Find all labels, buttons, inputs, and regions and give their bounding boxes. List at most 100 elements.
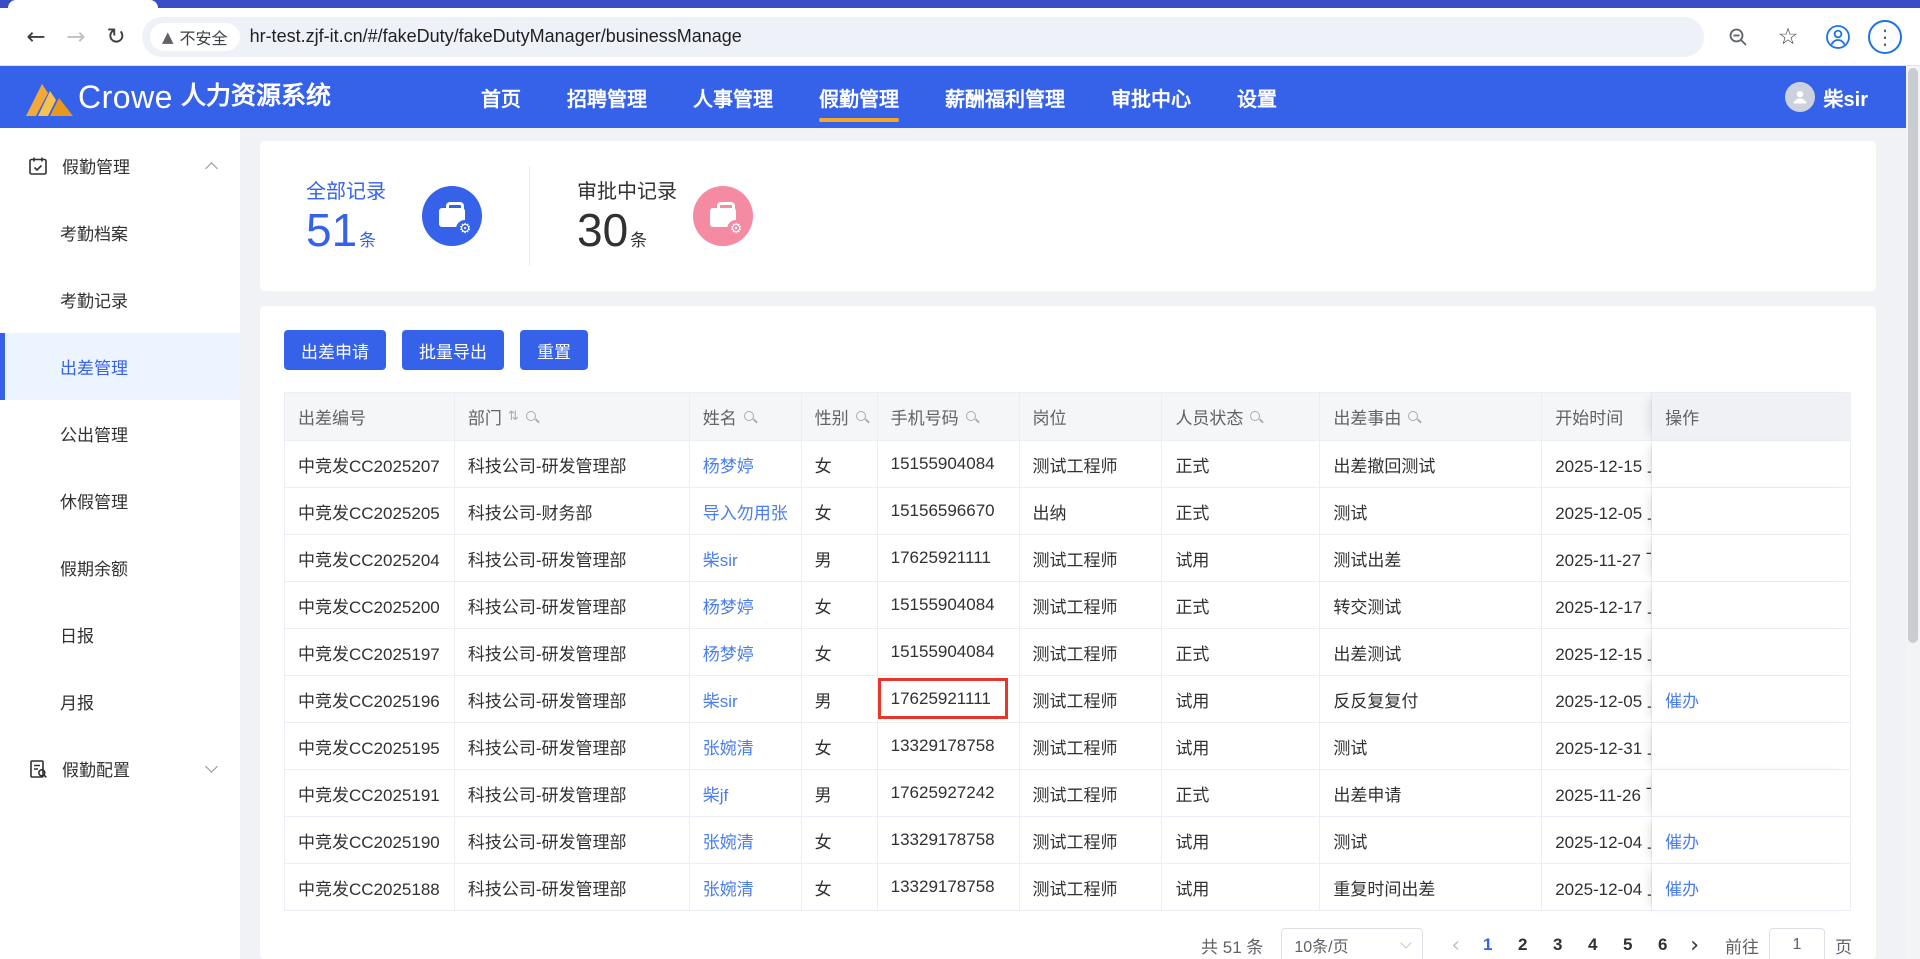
employee-name-link[interactable]: 柴jf (703, 781, 729, 806)
cell-phone: 15155904084 (878, 629, 1020, 676)
cell-dept: 科技公司-研发管理部 (455, 864, 690, 911)
nav-item-personnel[interactable]: 人事管理 (693, 66, 773, 128)
employee-name-link[interactable]: 张婉清 (703, 828, 754, 853)
search-icon[interactable] (526, 410, 540, 424)
column-header-status[interactable]: 人员状态 (1162, 393, 1320, 441)
active-tab[interactable] (8, 0, 158, 8)
cell-gender: 女 (802, 441, 878, 488)
scrollbar-thumb[interactable] (1908, 68, 1918, 643)
column-header-action: 操作 (1652, 393, 1851, 441)
cell-reason: 出差测试 (1320, 629, 1542, 676)
cell-phone: 13329178758 (878, 864, 1020, 911)
cell-gender: 女 (802, 582, 878, 629)
sidebar-item-daily-report[interactable]: 日报 (0, 601, 240, 668)
page-number-2[interactable]: 2 (1505, 935, 1540, 955)
cell-dept: 科技公司-研发管理部 (455, 582, 690, 629)
cell-job: 测试工程师 (1020, 582, 1163, 629)
search-icon[interactable] (744, 410, 758, 424)
table-row: 中竞发CC2025195科技公司-研发管理部张婉清女13329178758测试工… (285, 723, 1851, 770)
cell-status: 试用 (1162, 676, 1320, 723)
nav-item-settings[interactable]: 设置 (1237, 66, 1277, 128)
nav-item-attendance[interactable]: 假勤管理 (819, 66, 899, 128)
header-user[interactable]: 柴sir (1785, 82, 1868, 112)
table-row: 中竞发CC2025204科技公司-研发管理部柴sir男17625921111测试… (285, 535, 1851, 582)
sort-icon[interactable]: ⇅ (508, 409, 519, 424)
sidebar-item-monthly-report[interactable]: 月报 (0, 668, 240, 735)
highlight-box (878, 678, 1008, 719)
batch-export-button[interactable]: 批量导出 (402, 330, 504, 370)
search-icon[interactable] (1250, 410, 1264, 424)
sidebar-item-business-trip-management[interactable]: 出差管理 (0, 333, 240, 400)
profile-icon[interactable] (1818, 17, 1858, 57)
cell-gender: 女 (802, 488, 878, 535)
page-number-6[interactable]: 6 (1645, 935, 1680, 955)
browser-menu-icon[interactable]: ⋮ (1868, 20, 1902, 54)
column-header-gender[interactable]: 性别 (802, 393, 878, 441)
nav-item-recruit[interactable]: 招聘管理 (567, 66, 647, 128)
cell-name: 杨梦婷 (690, 441, 802, 488)
search-icon[interactable] (1408, 410, 1422, 424)
crowe-logo-icon (26, 78, 78, 116)
employee-name-link[interactable]: 杨梦婷 (703, 640, 754, 665)
column-header-reason[interactable]: 出差事由 (1320, 393, 1542, 441)
cell-phone: 17625927242 (878, 770, 1020, 817)
nav-item-approval-center[interactable]: 审批中心 (1111, 66, 1191, 128)
reset-button[interactable]: 重置 (520, 330, 588, 370)
cell-id: 中竞发CC2025196 (285, 676, 455, 723)
search-icon[interactable] (966, 410, 980, 424)
cell-start: 2025-12-05 上午 (1542, 488, 1652, 535)
goto-page-input[interactable] (1769, 928, 1825, 959)
table-row: 中竞发CC2025190科技公司-研发管理部张婉清女13329178758测试工… (285, 817, 1851, 864)
column-header-phone[interactable]: 手机号码 (878, 393, 1020, 441)
page-size-select[interactable]: 10条/页 (1281, 928, 1423, 959)
urge-link[interactable]: 催办 (1665, 828, 1699, 853)
pagination: 共 51 条 10条/页 ‹ 123456 › 前往 页 (284, 919, 1852, 959)
bookmark-star-icon[interactable]: ☆ (1768, 17, 1808, 57)
sidebar-item-attendance-config[interactable]: 假勤配置 (0, 735, 240, 802)
prev-page-button[interactable]: ‹ (1441, 933, 1470, 958)
sidebar-item-attendance-archive[interactable]: 考勤档案 (0, 199, 240, 266)
employee-name-link[interactable]: 张婉清 (703, 734, 754, 759)
forward-icon[interactable]: → (56, 17, 96, 57)
employee-name-link[interactable]: 柴sir (703, 546, 738, 571)
employee-name-link[interactable]: 导入勿用张 (703, 499, 788, 524)
security-chip[interactable]: ▲ 不安全 (150, 23, 240, 51)
column-label: 人员状态 (1175, 404, 1243, 429)
cell-status: 试用 (1162, 723, 1320, 770)
employee-name-link[interactable]: 杨梦婷 (703, 452, 754, 477)
page-number-1[interactable]: 1 (1470, 935, 1505, 955)
cell-dept: 科技公司-研发管理部 (455, 817, 690, 864)
url-bar[interactable]: ▲ 不安全 hr-test.zjf-it.cn/#/fakeDuty/fakeD… (142, 17, 1704, 57)
next-page-button[interactable]: › (1680, 933, 1709, 958)
page-number-3[interactable]: 3 (1540, 935, 1575, 955)
employee-name-link[interactable]: 柴sir (703, 687, 738, 712)
sidebar-item-public-outing-management[interactable]: 公出管理 (0, 400, 240, 467)
goto-unit: 页 (1835, 933, 1852, 958)
back-icon[interactable]: ← (16, 17, 56, 57)
employee-name-link[interactable]: 张婉清 (703, 875, 754, 900)
employee-name-link[interactable]: 杨梦婷 (703, 593, 754, 618)
urge-link[interactable]: 催办 (1665, 687, 1699, 712)
column-header-name[interactable]: 姓名 (690, 393, 802, 441)
urge-link[interactable]: 催办 (1665, 875, 1699, 900)
zoom-indicator-icon[interactable] (1718, 17, 1758, 57)
search-icon[interactable] (856, 410, 870, 424)
cell-gender: 女 (802, 817, 878, 864)
column-header-dept[interactable]: 部门⇅ (455, 393, 690, 441)
nav-item-salary-benefits[interactable]: 薪酬福利管理 (945, 66, 1065, 128)
page-number-4[interactable]: 4 (1575, 935, 1610, 955)
trip-apply-button[interactable]: 出差申请 (284, 330, 386, 370)
cell-start: 2025-12-31 上午 (1542, 723, 1652, 770)
reload-icon[interactable]: ↻ (96, 17, 136, 57)
sidebar-item-attendance-record[interactable]: 考勤记录 (0, 266, 240, 333)
cell-id: 中竞发CC2025200 (285, 582, 455, 629)
sidebar-item-leave-management[interactable]: 休假管理 (0, 467, 240, 534)
nav-item-home[interactable]: 首页 (481, 66, 521, 128)
cell-start: 2025-11-26 下午 (1542, 770, 1652, 817)
cell-reason: 出差申请 (1320, 770, 1542, 817)
cell-job: 测试工程师 (1020, 817, 1163, 864)
page-scrollbar[interactable] (1906, 66, 1920, 959)
sidebar-item-leave-balance[interactable]: 假期余额 (0, 534, 240, 601)
page-number-5[interactable]: 5 (1610, 935, 1645, 955)
sidebar-item-attendance-management[interactable]: 假勤管理 (0, 132, 240, 199)
